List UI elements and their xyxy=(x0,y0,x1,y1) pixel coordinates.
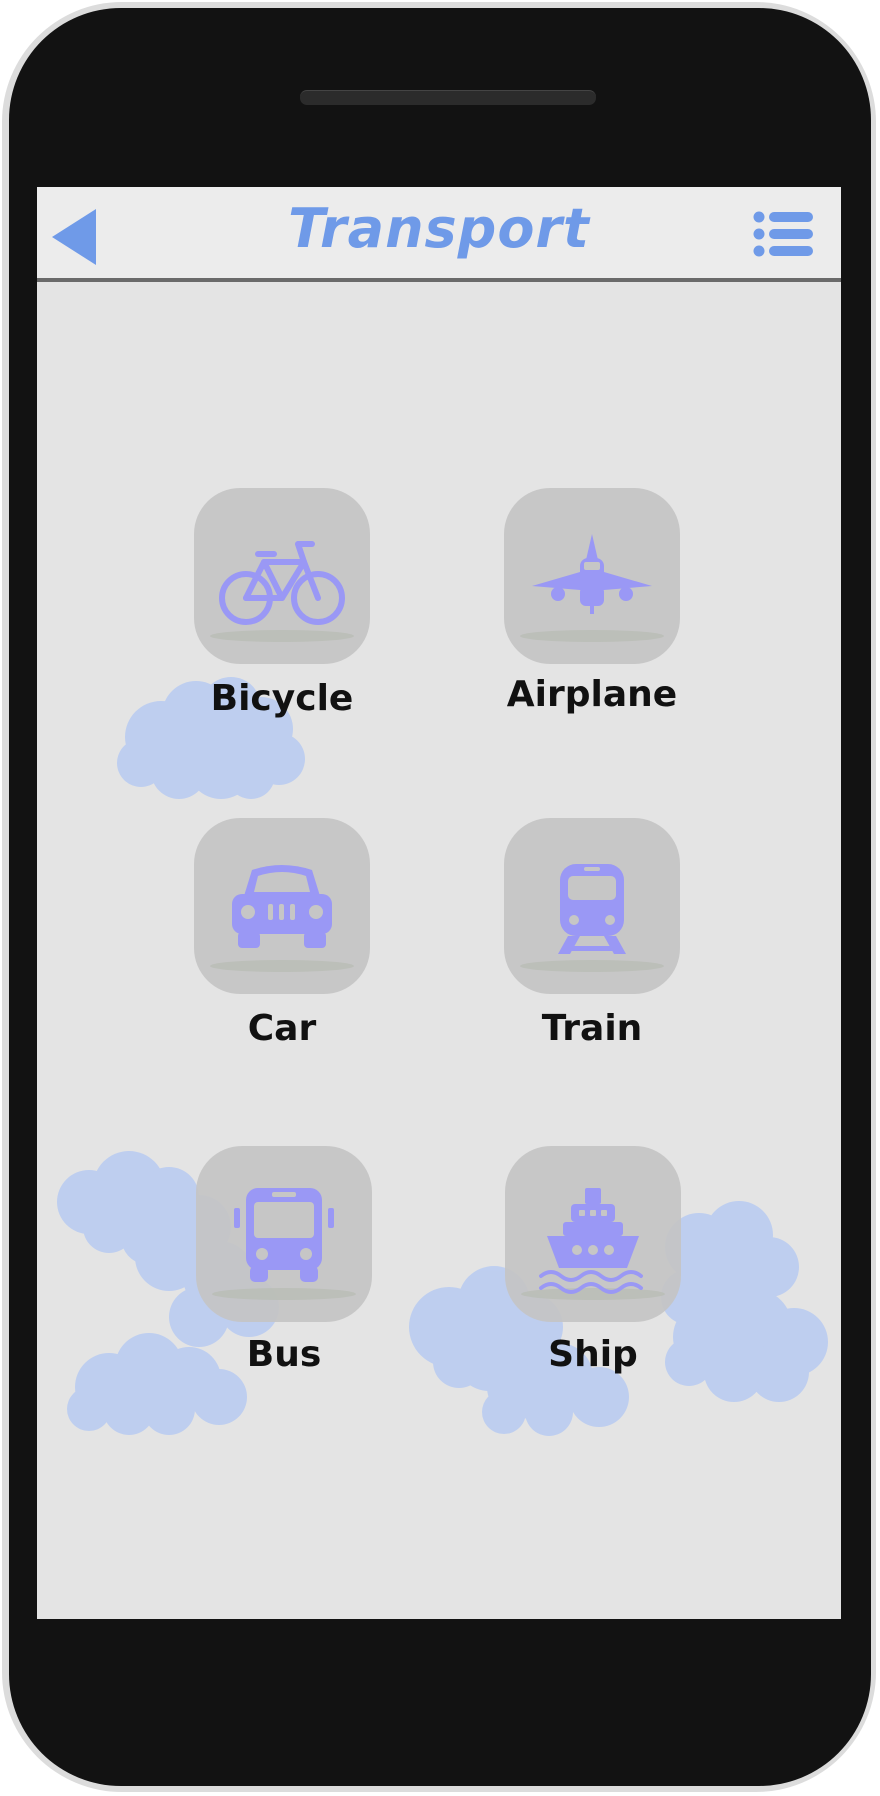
app-screen: Transport Bicycle Airplane Car Train Bus… xyxy=(37,187,841,1619)
bus-icon xyxy=(234,1188,334,1282)
tile-label: Train xyxy=(541,1008,643,1049)
speaker-grille xyxy=(300,90,596,105)
tile-car[interactable]: Car xyxy=(194,818,370,1049)
tile-train[interactable]: Train xyxy=(504,818,680,1049)
ship-icon xyxy=(539,1188,643,1294)
airplane-icon xyxy=(532,534,652,614)
list-menu-icon[interactable] xyxy=(753,211,815,257)
tile-label: Airplane xyxy=(506,674,678,715)
tile-airplane-box xyxy=(504,488,680,664)
car-icon xyxy=(232,865,332,948)
tile-bus-box xyxy=(196,1146,372,1322)
tile-label: Ship xyxy=(548,1334,638,1375)
tile-ship[interactable]: Ship xyxy=(505,1146,681,1375)
train-icon xyxy=(558,864,626,954)
bicycle-icon xyxy=(219,541,345,625)
tile-car-box xyxy=(194,818,370,994)
app-header: Transport xyxy=(37,187,841,282)
tile-airplane[interactable]: Airplane xyxy=(504,488,680,715)
tile-label: Bus xyxy=(246,1334,322,1375)
tile-bus[interactable]: Bus xyxy=(196,1146,372,1375)
tile-train-box xyxy=(504,818,680,994)
tile-bicycle-box xyxy=(194,488,370,664)
tile-label: Bicycle xyxy=(210,678,354,719)
page-title: Transport xyxy=(288,197,590,260)
tile-label: Car xyxy=(247,1008,317,1049)
tile-bicycle[interactable]: Bicycle xyxy=(194,488,370,719)
tile-ship-box xyxy=(505,1146,681,1322)
